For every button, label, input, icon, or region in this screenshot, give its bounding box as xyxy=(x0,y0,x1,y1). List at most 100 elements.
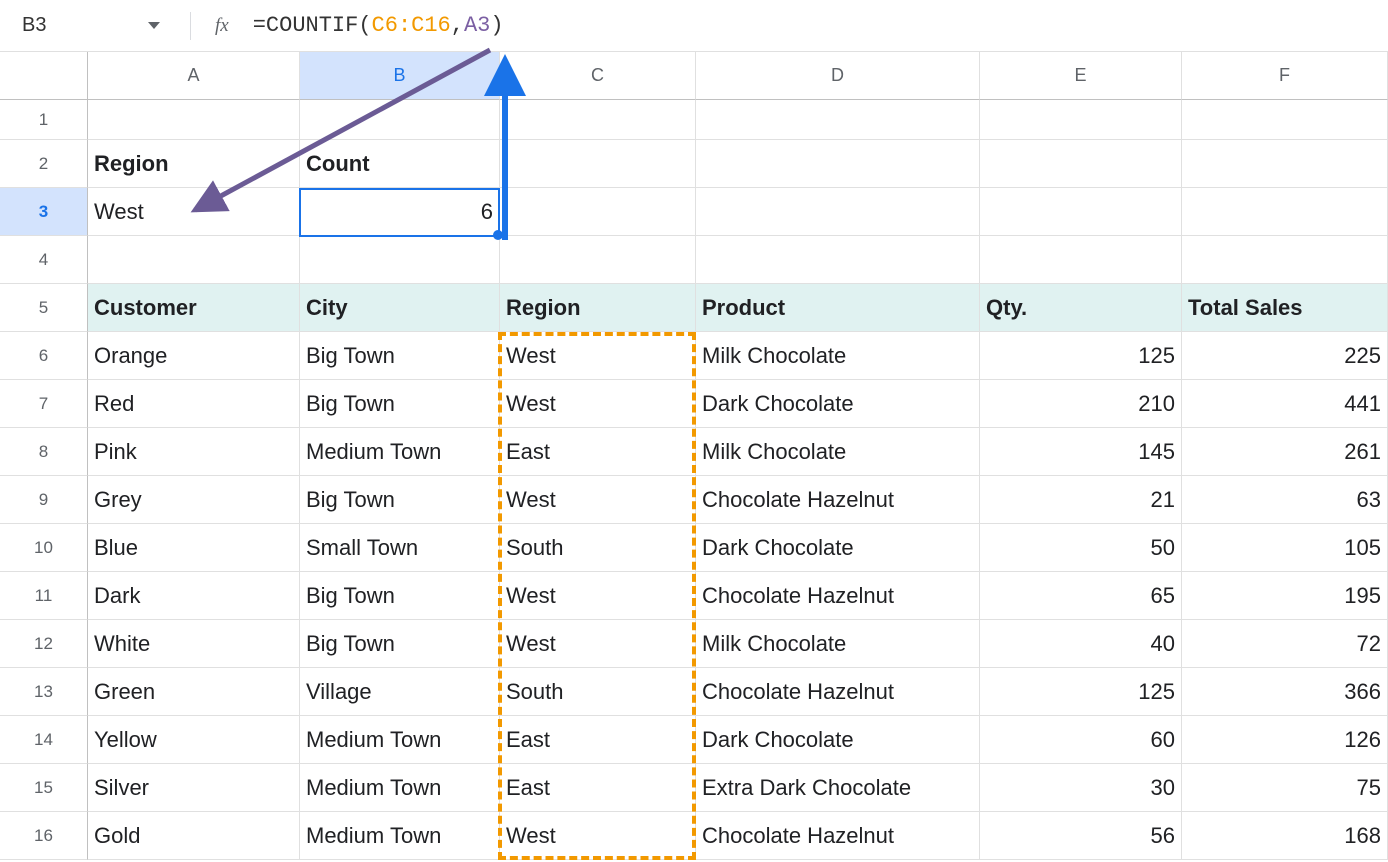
name-box-dropdown-icon[interactable] xyxy=(148,22,160,29)
cell-D3[interactable] xyxy=(696,188,980,236)
cell-E7[interactable]: 210 xyxy=(980,380,1182,428)
row-header-15[interactable]: 15 xyxy=(0,764,88,812)
cell-B12[interactable]: Big Town xyxy=(300,620,500,668)
cell-B15[interactable]: Medium Town xyxy=(300,764,500,812)
cell-D11[interactable]: Chocolate Hazelnut xyxy=(696,572,980,620)
cell-A16[interactable]: Gold xyxy=(88,812,300,860)
cell-B1[interactable] xyxy=(300,100,500,140)
cell-D13[interactable]: Chocolate Hazelnut xyxy=(696,668,980,716)
cell-A4[interactable] xyxy=(88,236,300,284)
row-header-8[interactable]: 8 xyxy=(0,428,88,476)
cell-C6[interactable]: West xyxy=(500,332,696,380)
row-header-12[interactable]: 12 xyxy=(0,620,88,668)
row-header-9[interactable]: 9 xyxy=(0,476,88,524)
cell-D6[interactable]: Milk Chocolate xyxy=(696,332,980,380)
cell-E13[interactable]: 125 xyxy=(980,668,1182,716)
cell-F12[interactable]: 72 xyxy=(1182,620,1388,668)
cell-C1[interactable] xyxy=(500,100,696,140)
cell-A2[interactable]: Region xyxy=(88,140,300,188)
cell-E6[interactable]: 125 xyxy=(980,332,1182,380)
cell-A13[interactable]: Green xyxy=(88,668,300,716)
cell-D5[interactable]: Product xyxy=(696,284,980,332)
cell-D8[interactable]: Milk Chocolate xyxy=(696,428,980,476)
cell-A11[interactable]: Dark xyxy=(88,572,300,620)
row-header-13[interactable]: 13 xyxy=(0,668,88,716)
cell-E14[interactable]: 60 xyxy=(980,716,1182,764)
row-header-10[interactable]: 10 xyxy=(0,524,88,572)
cell-F2[interactable] xyxy=(1182,140,1388,188)
cell-E11[interactable]: 65 xyxy=(980,572,1182,620)
cell-E9[interactable]: 21 xyxy=(980,476,1182,524)
cell-C4[interactable] xyxy=(500,236,696,284)
row-header-6[interactable]: 6 xyxy=(0,332,88,380)
col-header-F[interactable]: F xyxy=(1182,52,1388,100)
cell-B9[interactable]: Big Town xyxy=(300,476,500,524)
cell-F6[interactable]: 225 xyxy=(1182,332,1388,380)
cell-B13[interactable]: Village xyxy=(300,668,500,716)
cell-A14[interactable]: Yellow xyxy=(88,716,300,764)
cell-F3[interactable] xyxy=(1182,188,1388,236)
cell-A7[interactable]: Red xyxy=(88,380,300,428)
cell-E4[interactable] xyxy=(980,236,1182,284)
row-header-7[interactable]: 7 xyxy=(0,380,88,428)
cell-E3[interactable] xyxy=(980,188,1182,236)
cell-C5[interactable]: Region xyxy=(500,284,696,332)
cell-A3[interactable]: West xyxy=(88,188,300,236)
cell-F11[interactable]: 195 xyxy=(1182,572,1388,620)
cell-C9[interactable]: West xyxy=(500,476,696,524)
cell-A12[interactable]: White xyxy=(88,620,300,668)
col-header-A[interactable]: A xyxy=(88,52,300,100)
cell-B7[interactable]: Big Town xyxy=(300,380,500,428)
cell-F1[interactable] xyxy=(1182,100,1388,140)
cell-A10[interactable]: Blue xyxy=(88,524,300,572)
cell-B14[interactable]: Medium Town xyxy=(300,716,500,764)
row-header-1[interactable]: 1 xyxy=(0,100,88,140)
cell-C12[interactable]: West xyxy=(500,620,696,668)
col-header-B[interactable]: B xyxy=(300,52,500,100)
cell-E5[interactable]: Qty. xyxy=(980,284,1182,332)
col-header-D[interactable]: D xyxy=(696,52,980,100)
cell-C14[interactable]: East xyxy=(500,716,696,764)
cell-B5[interactable]: City xyxy=(300,284,500,332)
cell-A15[interactable]: Silver xyxy=(88,764,300,812)
cell-F5[interactable]: Total Sales xyxy=(1182,284,1388,332)
cell-D16[interactable]: Chocolate Hazelnut xyxy=(696,812,980,860)
cell-B6[interactable]: Big Town xyxy=(300,332,500,380)
cell-E16[interactable]: 56 xyxy=(980,812,1182,860)
row-header-16[interactable]: 16 xyxy=(0,812,88,860)
cell-B2[interactable]: Count xyxy=(300,140,500,188)
row-header-3[interactable]: 3 xyxy=(0,188,88,236)
col-header-E[interactable]: E xyxy=(980,52,1182,100)
cell-B11[interactable]: Big Town xyxy=(300,572,500,620)
cell-D10[interactable]: Dark Chocolate xyxy=(696,524,980,572)
cell-E1[interactable] xyxy=(980,100,1182,140)
cell-C16[interactable]: West xyxy=(500,812,696,860)
cell-B16[interactable]: Medium Town xyxy=(300,812,500,860)
cell-C11[interactable]: West xyxy=(500,572,696,620)
cell-A6[interactable]: Orange xyxy=(88,332,300,380)
cell-B4[interactable] xyxy=(300,236,500,284)
cell-F15[interactable]: 75 xyxy=(1182,764,1388,812)
cell-C3[interactable] xyxy=(500,188,696,236)
cell-F7[interactable]: 441 xyxy=(1182,380,1388,428)
cell-C10[interactable]: South xyxy=(500,524,696,572)
cell-A8[interactable]: Pink xyxy=(88,428,300,476)
cell-D12[interactable]: Milk Chocolate xyxy=(696,620,980,668)
cell-D14[interactable]: Dark Chocolate xyxy=(696,716,980,764)
row-header-2[interactable]: 2 xyxy=(0,140,88,188)
formula-input[interactable]: =COUNTIF(C6:C16,A3) xyxy=(253,13,504,38)
row-header-14[interactable]: 14 xyxy=(0,716,88,764)
cell-B8[interactable]: Medium Town xyxy=(300,428,500,476)
cell-D15[interactable]: Extra Dark Chocolate xyxy=(696,764,980,812)
row-header-11[interactable]: 11 xyxy=(0,572,88,620)
cell-D4[interactable] xyxy=(696,236,980,284)
cell-A1[interactable] xyxy=(88,100,300,140)
cell-C2[interactable] xyxy=(500,140,696,188)
name-box[interactable]: B3 xyxy=(8,14,148,37)
cell-E10[interactable]: 50 xyxy=(980,524,1182,572)
cell-D9[interactable]: Chocolate Hazelnut xyxy=(696,476,980,524)
cell-A9[interactable]: Grey xyxy=(88,476,300,524)
row-header-4[interactable]: 4 xyxy=(0,236,88,284)
cell-F13[interactable]: 366 xyxy=(1182,668,1388,716)
cell-F4[interactable] xyxy=(1182,236,1388,284)
